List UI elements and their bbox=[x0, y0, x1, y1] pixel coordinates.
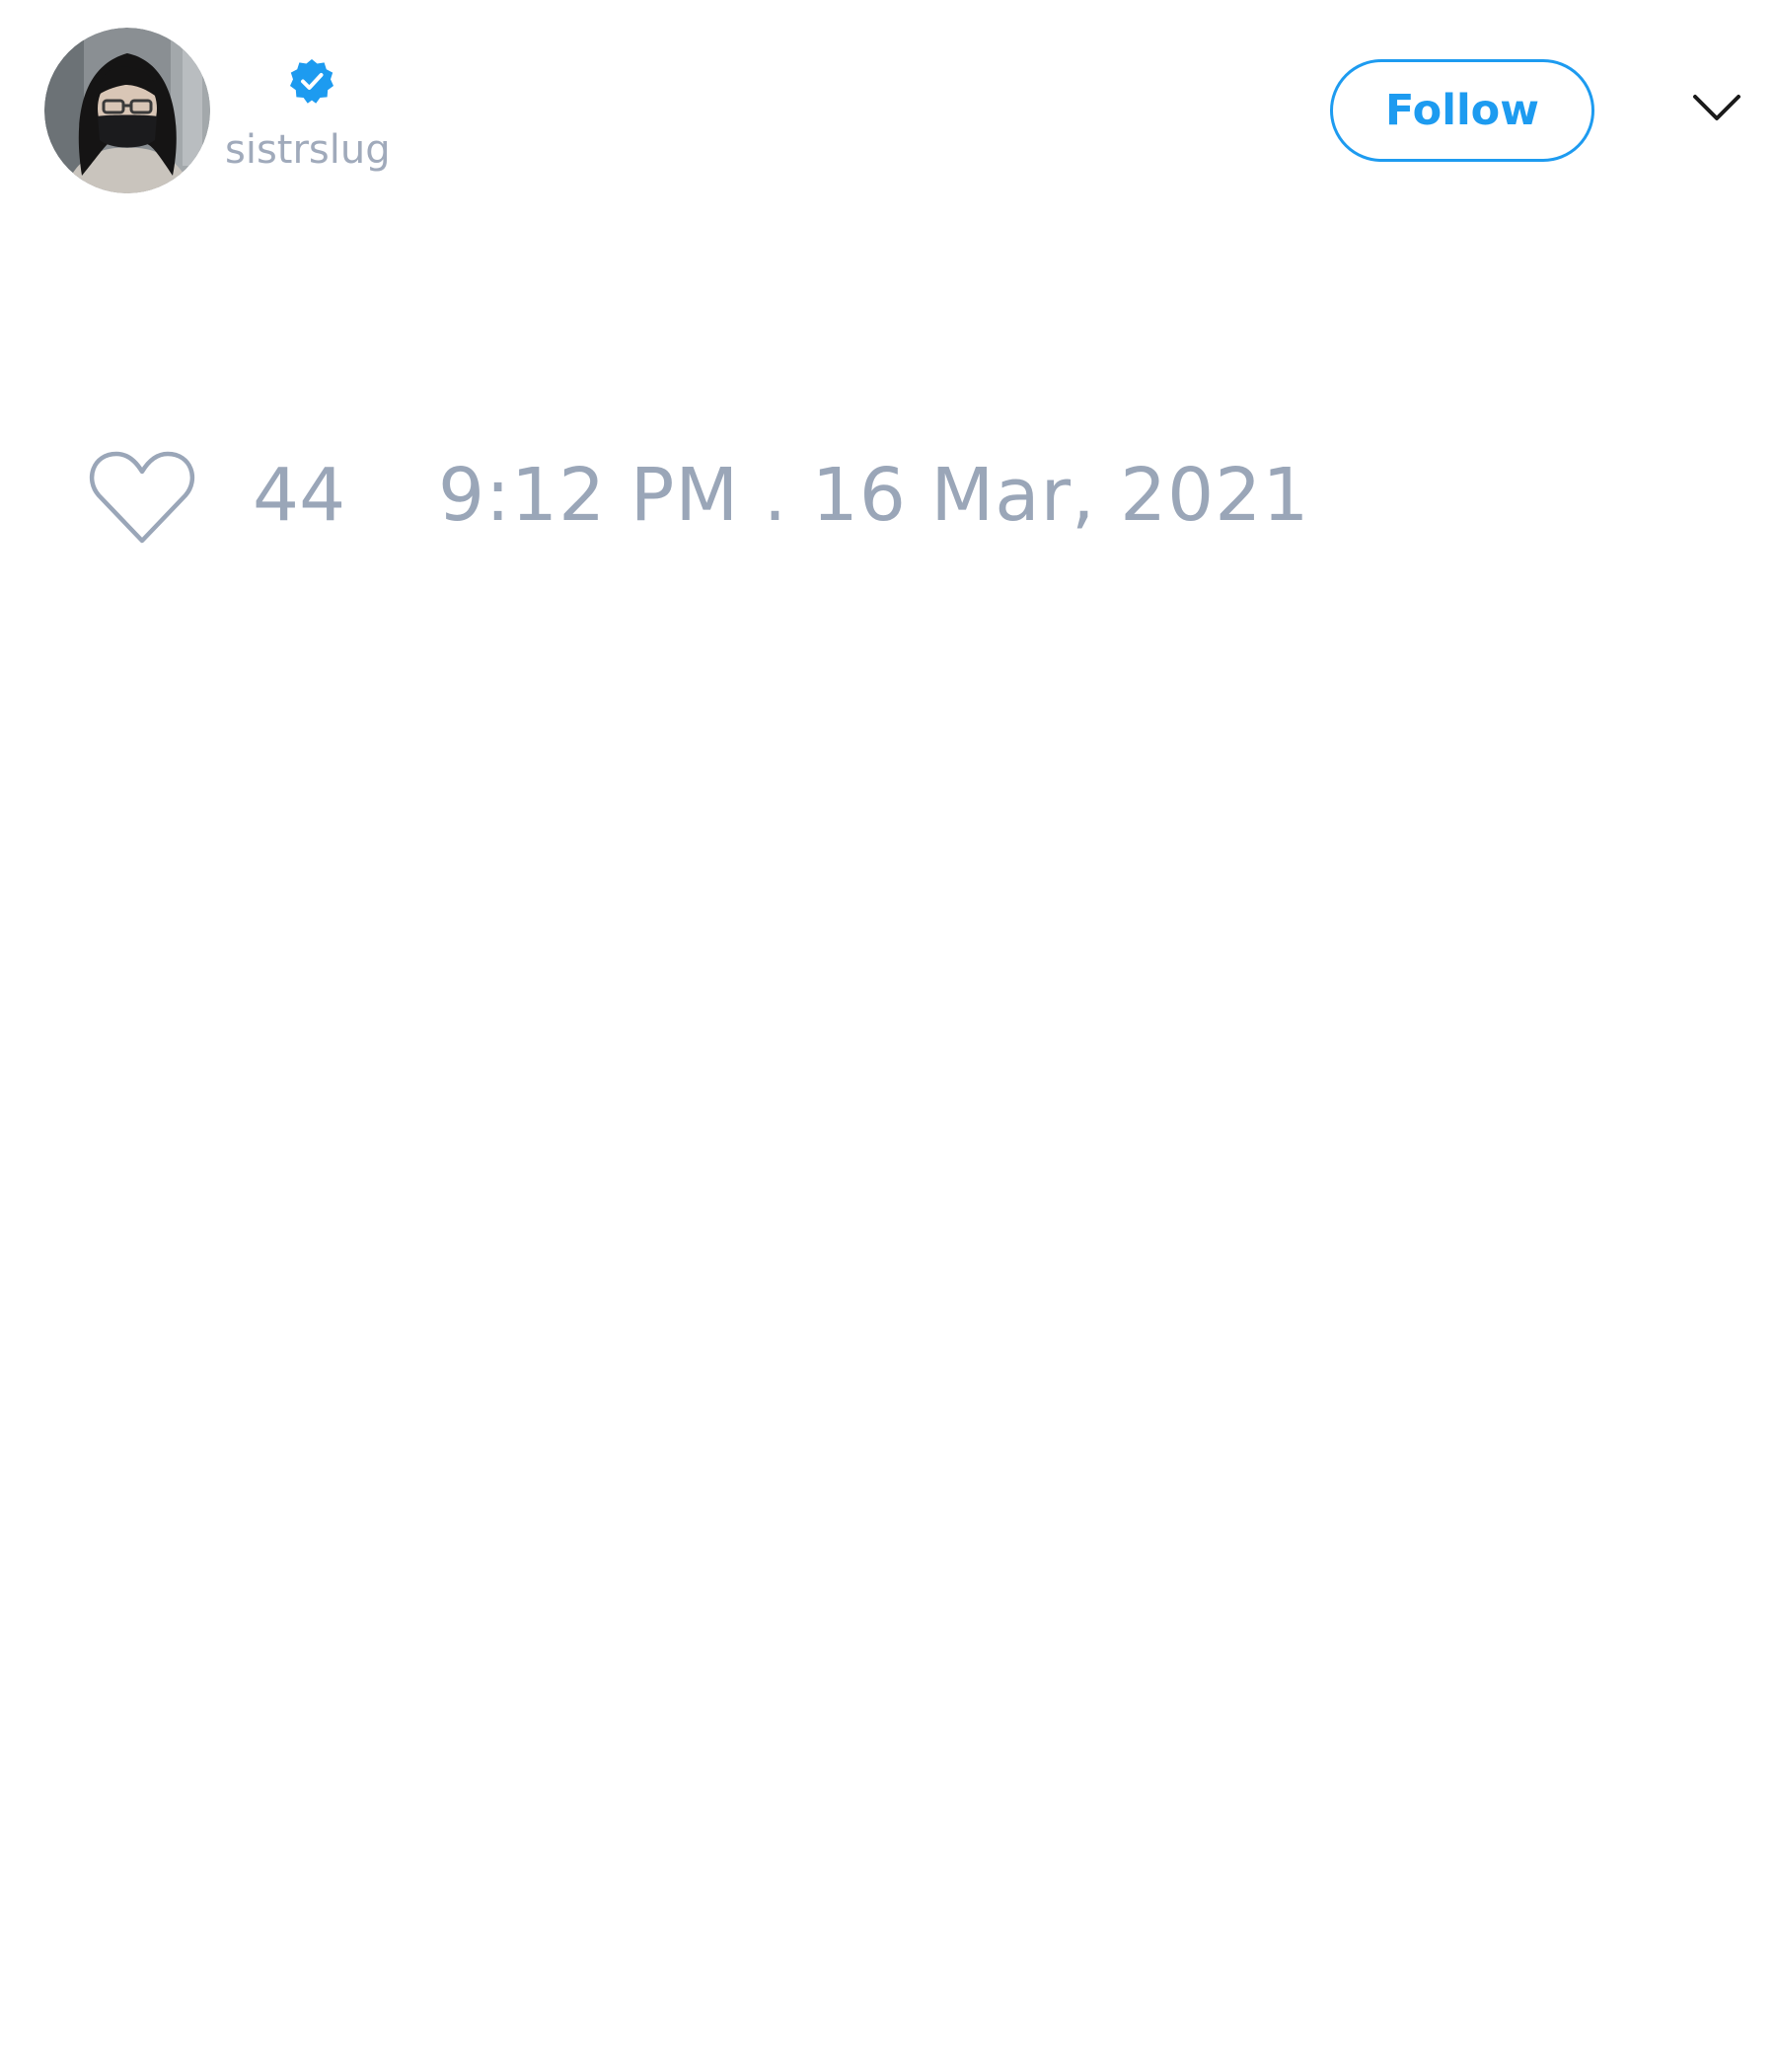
author-handle[interactable]: sistrslug bbox=[225, 126, 391, 174]
verified-badge-icon bbox=[288, 57, 335, 105]
tweet-footer: 44 9:12 PM . 16 Mar, 2021 bbox=[0, 434, 1776, 562]
tweet-header: sistrslug Follow bbox=[0, 0, 1776, 217]
chevron-down-icon[interactable] bbox=[1691, 91, 1742, 126]
follow-button[interactable]: Follow bbox=[1330, 59, 1594, 162]
heart-icon[interactable] bbox=[87, 448, 197, 547]
avatar-photo bbox=[44, 28, 210, 193]
tweet-timestamp[interactable]: 9:12 PM . 16 Mar, 2021 bbox=[438, 448, 1309, 543]
avatar[interactable] bbox=[44, 28, 210, 193]
like-count: 44 bbox=[253, 453, 346, 538]
